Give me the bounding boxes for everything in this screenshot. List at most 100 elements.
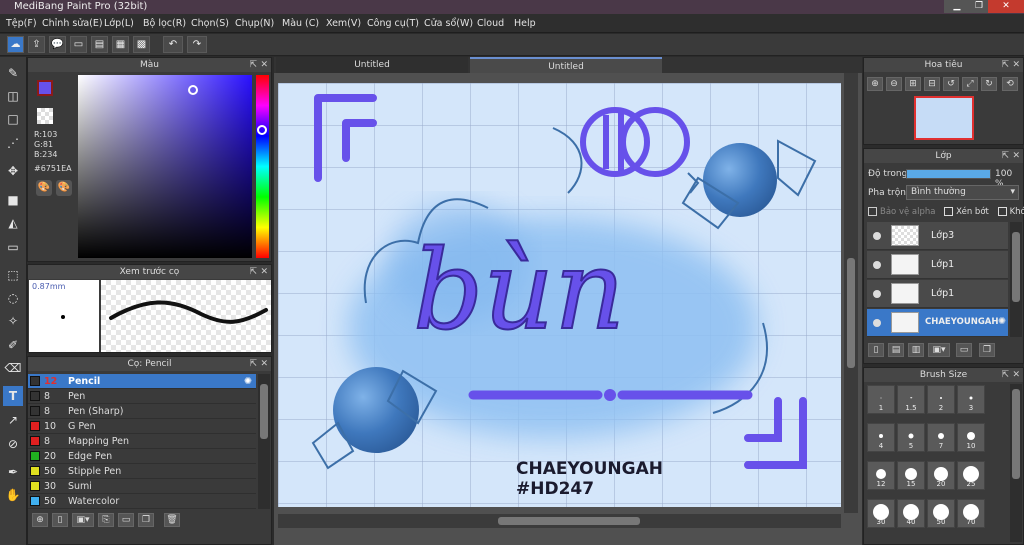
- color-picker-cursor[interactable]: [188, 85, 198, 95]
- layer-item-selected[interactable]: CHAEYOUNGAH ✺: [867, 309, 1008, 337]
- folder-icon[interactable]: ▭: [956, 343, 972, 357]
- brush-item-watercolor[interactable]: 50 Watercolor: [28, 494, 256, 509]
- gear-icon[interactable]: ✺: [998, 316, 1006, 327]
- select-rect-tool-icon[interactable]: ⬚: [3, 265, 23, 285]
- undock-icon[interactable]: ⇱: [249, 58, 257, 72]
- gear-icon[interactable]: ✺: [244, 374, 252, 389]
- brush-size-option[interactable]: 1.5: [897, 385, 925, 414]
- brush-size-option[interactable]: 70: [957, 499, 985, 528]
- brush-size-scroll-thumb[interactable]: [1012, 389, 1020, 479]
- visibility-eye-icon[interactable]: [873, 290, 881, 298]
- zoom-in-icon[interactable]: ⊕: [867, 77, 883, 91]
- flip-icon[interactable]: ⤢: [962, 77, 978, 91]
- undock-icon[interactable]: ⇱: [249, 357, 257, 371]
- undock-icon[interactable]: ⇱: [1001, 149, 1009, 163]
- brush-size-option[interactable]: 7: [927, 423, 955, 452]
- palette-add-icon[interactable]: 🎨: [56, 180, 72, 196]
- brush-size-option[interactable]: 12: [867, 461, 895, 490]
- new-layer-icon[interactable]: ▯: [868, 343, 884, 357]
- list-icon[interactable]: ▦: [112, 36, 129, 53]
- hand-tool-icon[interactable]: ✋: [3, 485, 23, 505]
- chat-icon[interactable]: 💬: [49, 36, 66, 53]
- brush-item-sumi[interactable]: 30 Sumi: [28, 479, 256, 494]
- rect-tool-icon[interactable]: □: [3, 109, 23, 129]
- brush-tool-icon[interactable]: ✎: [3, 63, 23, 83]
- brush-item-pen[interactable]: 8 Pen: [28, 389, 256, 404]
- copy-layer-icon[interactable]: ❐: [979, 343, 995, 357]
- menu-layer[interactable]: Lớp(L): [104, 18, 134, 29]
- panel-close-icon[interactable]: ✕: [260, 265, 268, 279]
- navigator-thumbnail[interactable]: [914, 96, 974, 140]
- lock-checkbox[interactable]: [997, 207, 1007, 216]
- brush-item-pen-sharp[interactable]: 8 Pen (Sharp): [28, 404, 256, 419]
- brush-size-option[interactable]: 20: [927, 461, 955, 490]
- menu-color[interactable]: Màu (C): [282, 18, 319, 29]
- drawing-canvas[interactable]: bùn CHAEYOUNGAH #HD247: [278, 83, 841, 507]
- cloud-icon[interactable]: ☁: [7, 36, 24, 53]
- layer-menu-icon[interactable]: ▣▾: [928, 343, 950, 357]
- gradient-tool-icon[interactable]: ▭: [3, 237, 23, 257]
- eyedropper-tool-icon[interactable]: ⊘: [3, 434, 23, 454]
- undock-icon[interactable]: ⇱: [1001, 58, 1009, 72]
- trash-icon[interactable]: 🗑: [164, 513, 180, 527]
- brush-item-stipple-pen[interactable]: 50 Stipple Pen: [28, 464, 256, 479]
- reset-view-icon[interactable]: ⟲: [1002, 77, 1018, 91]
- canvas-horizontal-scrollbar[interactable]: [278, 514, 841, 528]
- new-brush-icon[interactable]: ▯: [52, 513, 68, 527]
- layer-item[interactable]: Lớp3: [867, 222, 1008, 250]
- vertical-scroll-thumb[interactable]: [847, 258, 855, 368]
- undock-icon[interactable]: ⇱: [1001, 368, 1009, 382]
- brush-script-icon[interactable]: ⎘: [98, 513, 114, 527]
- tab-untitled-2[interactable]: Untitled: [470, 57, 662, 73]
- visibility-eye-icon[interactable]: [873, 261, 881, 269]
- panel-close-icon[interactable]: ✕: [1012, 149, 1020, 163]
- undo-button[interactable]: ↶: [163, 36, 183, 53]
- brush-item-mapping-pen[interactable]: 8 Mapping Pen: [28, 434, 256, 449]
- menu-filter[interactable]: Bộ lọc(R): [143, 18, 186, 29]
- fit-icon[interactable]: ⊞: [905, 77, 921, 91]
- opacity-slider[interactable]: [906, 169, 991, 179]
- blend-mode-select[interactable]: Bình thường ▾: [906, 185, 1019, 200]
- pen-nib-tool-icon[interactable]: ✒: [3, 462, 23, 482]
- panel-close-icon[interactable]: ✕: [1012, 368, 1020, 382]
- copy-brush-icon[interactable]: ❐: [138, 513, 154, 527]
- zoom-out-icon[interactable]: ⊖: [886, 77, 902, 91]
- visibility-eye-icon[interactable]: [873, 232, 881, 240]
- canvas-vertical-scrollbar[interactable]: [844, 73, 858, 513]
- foreground-color-swatch[interactable]: [37, 80, 53, 96]
- brush-size-option[interactable]: 1: [867, 385, 895, 414]
- hue-slider[interactable]: [256, 75, 269, 258]
- hue-slider-handle[interactable]: [257, 125, 267, 135]
- layer-item[interactable]: Lớp1: [867, 280, 1008, 308]
- brush-size-option[interactable]: 50: [927, 499, 955, 528]
- brush-size-option[interactable]: 4: [867, 423, 895, 452]
- brush-menu-icon[interactable]: ▣▾: [72, 513, 94, 527]
- grid-icon[interactable]: ▩: [133, 36, 150, 53]
- saturation-value-picker[interactable]: [78, 75, 252, 258]
- menu-help[interactable]: Help: [514, 18, 536, 29]
- export-icon[interactable]: ⇪: [28, 36, 45, 53]
- panel-close-icon[interactable]: ✕: [260, 58, 268, 72]
- close-button[interactable]: ✕: [988, 0, 1024, 13]
- brush-list-scroll-thumb[interactable]: [260, 384, 268, 439]
- bucket-tool-icon[interactable]: ◭: [3, 213, 23, 233]
- lasso-tool-icon[interactable]: ◌: [3, 288, 23, 308]
- redo-button[interactable]: ↷: [187, 36, 207, 53]
- move-tool-icon[interactable]: ✥: [3, 161, 23, 181]
- eraser-tool-icon[interactable]: ◫: [3, 86, 23, 106]
- fill-rect-tool-icon[interactable]: ■: [3, 190, 23, 210]
- brush-item-edge-pen[interactable]: 20 Edge Pen: [28, 449, 256, 464]
- brush-size-scrollbar[interactable]: [1010, 384, 1022, 542]
- menu-cloud[interactable]: Cloud: [477, 18, 504, 29]
- panel-close-icon[interactable]: ✕: [260, 357, 268, 371]
- menu-select[interactable]: Chọn(S): [191, 18, 229, 29]
- horizontal-scroll-thumb[interactable]: [498, 517, 640, 525]
- tab-untitled-1[interactable]: Untitled: [276, 57, 468, 73]
- dot-tool-icon[interactable]: ⋰: [3, 133, 23, 153]
- select-eraser-tool-icon[interactable]: ⌫: [3, 358, 23, 378]
- brush-size-option[interactable]: 15: [897, 461, 925, 490]
- operation-tool-icon[interactable]: ↗: [3, 410, 23, 430]
- clipping-checkbox[interactable]: [944, 207, 954, 216]
- undock-icon[interactable]: ⇱: [249, 265, 257, 279]
- visibility-eye-icon[interactable]: [873, 319, 881, 327]
